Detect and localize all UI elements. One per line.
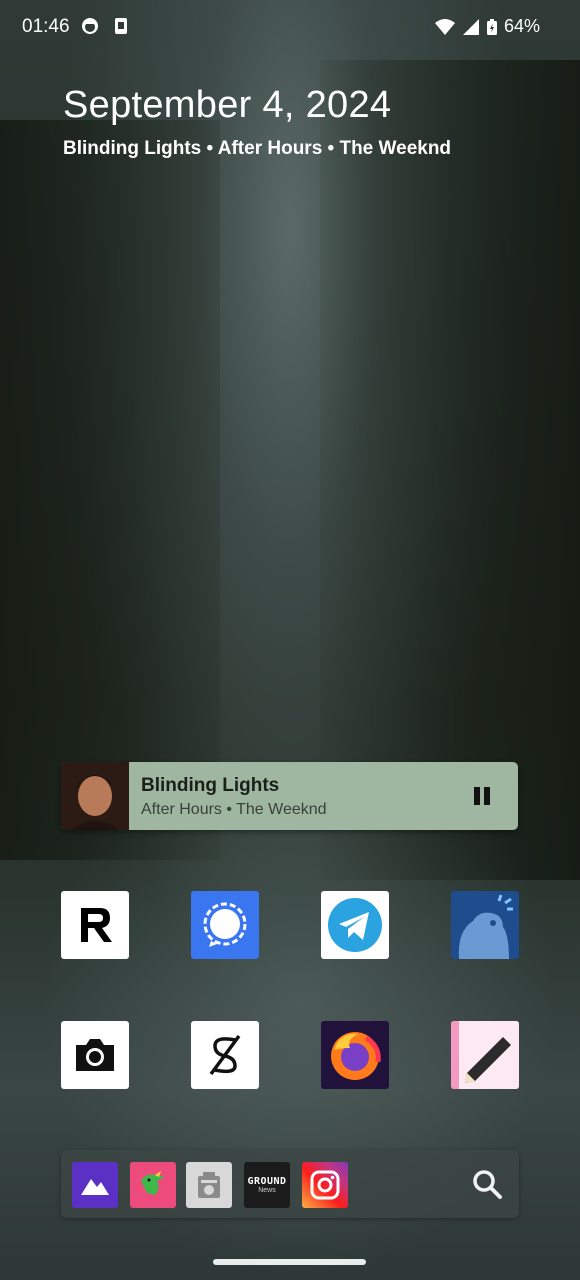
- telegram-icon: [328, 898, 382, 952]
- search-button[interactable]: [471, 1168, 503, 1200]
- device-icon: [198, 1172, 220, 1198]
- dock-app-gallery[interactable]: [72, 1162, 118, 1208]
- wifi-icon: [434, 18, 455, 35]
- battery-icon: [486, 18, 497, 35]
- search-icon: [473, 1170, 502, 1199]
- ground-news-label-top: GROUND: [247, 1175, 287, 1187]
- mastodon-elephant-icon: [458, 894, 513, 959]
- mountain-icon: [81, 1179, 109, 1195]
- gesture-nav-bar[interactable]: [213, 1259, 366, 1265]
- app-tusky[interactable]: [451, 891, 519, 959]
- app-revolut[interactable]: [61, 891, 129, 959]
- pause-icon: [474, 787, 490, 805]
- ground-news-label-bottom: News: [258, 1186, 276, 1194]
- dock: GROUND News: [61, 1150, 519, 1218]
- notes-pen-icon: [451, 1021, 519, 1089]
- status-bar: 01:46 64%: [0, 0, 580, 56]
- status-time: 01:46: [22, 16, 70, 37]
- date-widget[interactable]: September 4, 2024: [63, 84, 391, 127]
- app-s[interactable]: [191, 1021, 259, 1089]
- firefox-icon: [331, 1032, 381, 1080]
- album-art: [61, 762, 129, 830]
- media-subtitle: After Hours • The Weeknd: [141, 801, 327, 818]
- signal-chat-icon: [203, 902, 247, 947]
- camera-icon: [76, 1039, 114, 1071]
- instagram-icon: [310, 1170, 340, 1200]
- revolut-icon: [81, 908, 112, 942]
- status-right: 64%: [434, 16, 540, 37]
- pause-button[interactable]: [460, 774, 504, 818]
- dock-app-device[interactable]: [186, 1162, 232, 1208]
- ghost-icon: [82, 18, 98, 34]
- dock-app-ground-news[interactable]: GROUND News: [244, 1162, 290, 1208]
- app-notes[interactable]: [451, 1021, 519, 1089]
- app-signal[interactable]: [191, 891, 259, 959]
- media-title: Blinding Lights: [141, 775, 280, 796]
- battery-percent: 64%: [503, 16, 540, 36]
- app-camera[interactable]: [61, 1021, 129, 1089]
- dock-app-instagram[interactable]: [302, 1162, 348, 1208]
- parrot-icon: [141, 1171, 165, 1195]
- app-firefox[interactable]: [321, 1021, 389, 1089]
- s-icon: [209, 1034, 241, 1076]
- now-playing-line[interactable]: Blinding Lights • After Hours • The Week…: [63, 138, 451, 160]
- media-widget[interactable]: Blinding Lights After Hours • The Weeknd: [61, 762, 518, 830]
- app-telegram[interactable]: [321, 891, 389, 959]
- dock-app-bird[interactable]: [130, 1162, 176, 1208]
- sim-icon: [115, 18, 127, 34]
- signal-icon: [462, 18, 479, 35]
